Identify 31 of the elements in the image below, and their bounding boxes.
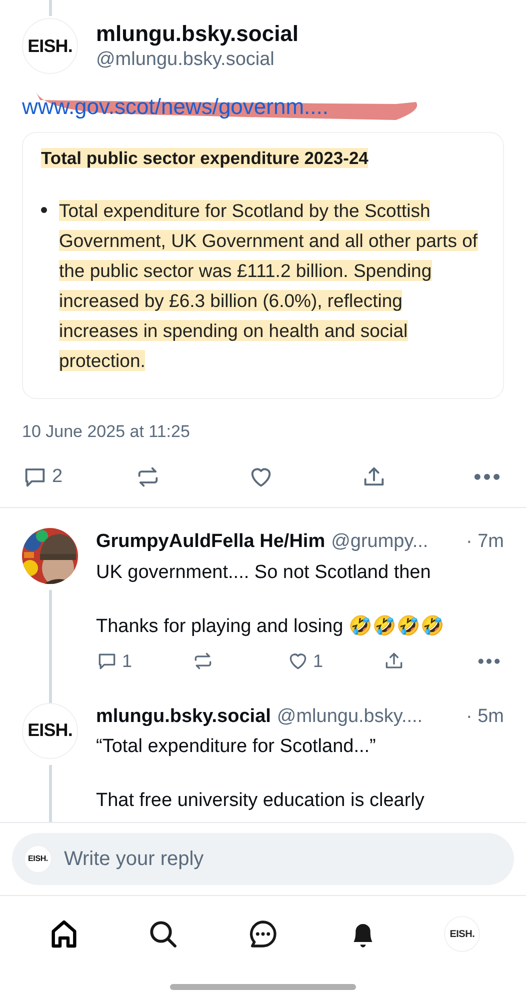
bullet-icon: [41, 207, 47, 213]
more-button[interactable]: [474, 472, 500, 481]
post-text: Thanks for playing and losing 🤣🤣🤣🤣: [96, 614, 446, 638]
post-age: · 7m: [466, 530, 504, 554]
avatar: EISH.: [24, 845, 52, 873]
display-name[interactable]: mlungu.bsky.social: [96, 20, 299, 48]
search-icon: [147, 918, 180, 950]
post-text: UK government.... So not Scotland then: [96, 560, 432, 584]
post-text: “Total expenditure for Scotland...”: [96, 735, 377, 759]
handle[interactable]: @mlungu.bsky....: [276, 702, 423, 731]
post-age: · 5m: [466, 704, 504, 728]
avatar: EISH.: [22, 702, 78, 758]
profile-tab[interactable]: EISH.: [432, 912, 492, 956]
card-paragraph: Total expenditure for Scotland by the Scottish Government, UK Government and all other parts of the public sector was £111.2 billion. Spending increased by £6.3 billion (6.0%), reflecting increases in spending on health and social protection.: [59, 199, 479, 373]
reply-button[interactable]: 2: [22, 462, 82, 491]
card-heading: Total public sector expenditure 2023-24: [41, 148, 368, 168]
post-text: That free university education is clearly: [96, 789, 426, 813]
timestamp: 10 June 2025 at 11:25: [22, 421, 191, 443]
display-name[interactable]: mlungu.bsky.social: [96, 702, 271, 731]
more-icon: [474, 472, 500, 481]
avatar: EISH.: [22, 18, 78, 74]
reply-button[interactable]: 1: [96, 648, 156, 674]
reply-field[interactable]: EISH. Write your reply: [12, 833, 514, 885]
handle[interactable]: @mlungu.bsky.social: [96, 48, 299, 72]
more-icon: [478, 658, 500, 664]
like-button[interactable]: 1: [287, 648, 347, 674]
display-name[interactable]: GrumpyAuldFella He/Him: [96, 528, 326, 556]
handle[interactable]: @grumpy...: [331, 528, 428, 556]
more-button[interactable]: [478, 658, 500, 664]
avatar: EISH.: [444, 916, 480, 952]
placeholder: Write your reply: [64, 847, 204, 872]
